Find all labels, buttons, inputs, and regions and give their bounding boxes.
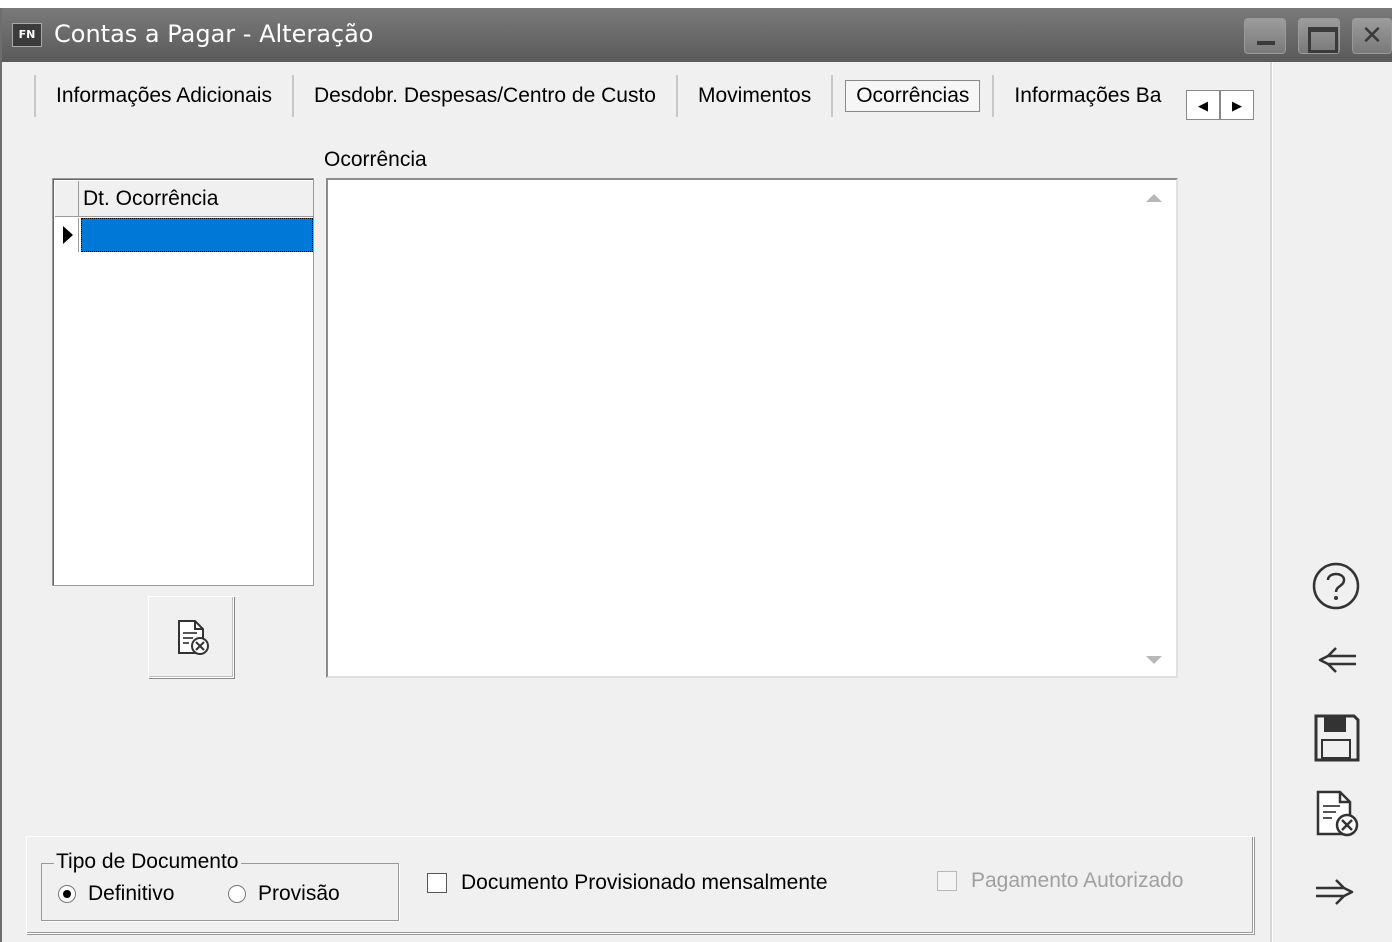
forward-arrow-icon[interactable] bbox=[1310, 866, 1362, 918]
grid-cell-date[interactable] bbox=[81, 218, 313, 252]
back-arrow-icon[interactable] bbox=[1310, 634, 1362, 686]
arrow-right-icon: ▶ bbox=[1232, 98, 1242, 113]
scroll-up-icon[interactable] bbox=[1146, 194, 1162, 202]
maximize-button[interactable] bbox=[1298, 18, 1340, 54]
document-type-legend: Tipo de Documento bbox=[54, 850, 241, 874]
tab-label: Ocorrências bbox=[845, 80, 981, 112]
save-disk-icon[interactable] bbox=[1310, 712, 1362, 764]
table-row[interactable] bbox=[55, 218, 313, 252]
side-toolbar bbox=[1270, 62, 1392, 942]
row-indicator-icon bbox=[55, 218, 79, 252]
tab-scroll-buttons: ◀ ▶ bbox=[1186, 90, 1254, 120]
app-icon: FN bbox=[12, 23, 42, 47]
tab-movimentos[interactable]: Movimentos bbox=[675, 75, 831, 117]
grid-header: Dt. Ocorrência bbox=[55, 181, 313, 217]
checkbox-box bbox=[427, 873, 447, 893]
tab-desdobr-despesas[interactable]: Desdobr. Despesas/Centro de Custo bbox=[291, 75, 676, 117]
occurrence-textarea[interactable] bbox=[326, 178, 1178, 678]
arrow-left-icon: ◀ bbox=[1198, 98, 1208, 113]
radio-definitivo[interactable]: Definitivo bbox=[58, 882, 174, 906]
delete-document-icon[interactable] bbox=[1310, 788, 1362, 840]
close-button[interactable]: ✕ bbox=[1352, 18, 1392, 54]
tab-scroll-right-button[interactable]: ▶ bbox=[1220, 90, 1254, 120]
title-bar: FN Contas a Pagar - Alteração ✕ bbox=[2, 8, 1392, 62]
window: FN Contas a Pagar - Alteração ✕ Informaç… bbox=[0, 8, 1392, 942]
minimize-button[interactable] bbox=[1244, 18, 1286, 54]
tab-strip: Informações Adicionais Desdobr. Despesas… bbox=[34, 74, 1168, 118]
radio-unselected-icon bbox=[228, 885, 246, 903]
tab-label: Informações Ba bbox=[1014, 84, 1162, 107]
document-type-group: Tipo de Documento Definitivo Provisão bbox=[41, 850, 399, 921]
radio-label: Provisão bbox=[258, 882, 340, 905]
document-options-panel: Tipo de Documento Definitivo Provisão Do… bbox=[26, 836, 1254, 934]
checkbox-label: Pagamento Autorizado bbox=[971, 869, 1184, 892]
tab-label: Desdobr. Despesas/Centro de Custo bbox=[313, 84, 656, 107]
payment-authorized-checkbox: Pagamento Autorizado bbox=[937, 869, 1183, 893]
scroll-down-icon[interactable] bbox=[1146, 656, 1162, 664]
delete-occurrence-button[interactable] bbox=[148, 596, 234, 678]
occurrence-label: Ocorrência bbox=[324, 148, 427, 171]
checkbox-label: Documento Provisionado mensalmente bbox=[461, 871, 828, 894]
tab-scroll-left-button[interactable]: ◀ bbox=[1186, 90, 1220, 120]
window-title: Contas a Pagar - Alteração bbox=[54, 20, 374, 48]
grid-corner bbox=[55, 181, 79, 217]
occurrence-date-grid[interactable]: Dt. Ocorrência bbox=[52, 178, 314, 586]
tab-informacoes-adicionais[interactable]: Informações Adicionais bbox=[34, 75, 292, 117]
help-icon[interactable] bbox=[1310, 560, 1362, 612]
grid-column-header[interactable]: Dt. Ocorrência bbox=[83, 187, 218, 211]
radio-label: Definitivo bbox=[88, 882, 175, 905]
delete-document-icon bbox=[178, 620, 209, 655]
maximize-icon bbox=[1299, 19, 1339, 53]
radio-provisao[interactable]: Provisão bbox=[228, 882, 340, 906]
radio-selected-icon bbox=[58, 885, 76, 903]
close-icon: ✕ bbox=[1361, 21, 1383, 51]
provisioned-monthly-checkbox[interactable]: Documento Provisionado mensalmente bbox=[427, 871, 828, 895]
tab-informacoes-bancarias[interactable]: Informações Ba bbox=[992, 75, 1168, 117]
tab-label: Movimentos bbox=[697, 84, 812, 107]
checkbox-box bbox=[937, 871, 957, 891]
tab-ocorrencias[interactable]: Ocorrências bbox=[831, 75, 992, 117]
minimize-icon bbox=[1245, 19, 1285, 53]
main-content: Informações Adicionais Desdobr. Despesas… bbox=[2, 62, 1270, 934]
tab-label: Informações Adicionais bbox=[56, 84, 272, 107]
